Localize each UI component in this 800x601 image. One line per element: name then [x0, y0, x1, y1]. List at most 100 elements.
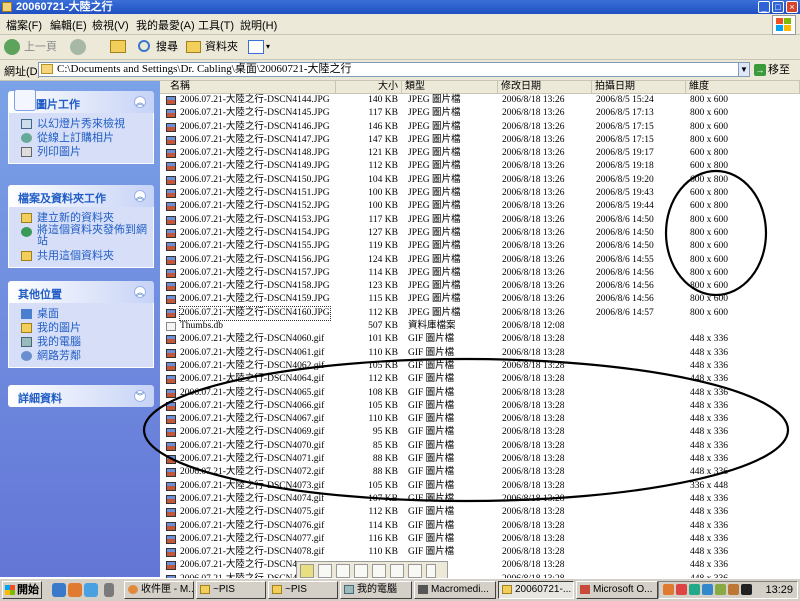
task-macromedia[interactable]: Macromedi...: [414, 581, 496, 599]
tray-icon[interactable]: [715, 584, 726, 595]
file-row[interactable]: 2006.07.21-大陸之行-DSCN4154.JPG 127 KB JPEG 圖…: [160, 227, 800, 240]
file-row[interactable]: 2006.07.21-大陸之行-DSCN4062.gif 105 KB GIF 圖片…: [160, 360, 800, 373]
help-icon[interactable]: [408, 564, 422, 578]
task-microsoft-office[interactable]: Microsoft O...: [576, 581, 658, 599]
tray-icon[interactable]: [741, 584, 752, 595]
quicklaunch-chevron-icon[interactable]: [104, 583, 114, 597]
maximize-button[interactable]: □: [772, 1, 784, 13]
desktop-link[interactable]: 桌面: [9, 307, 153, 321]
firefox-quicklaunch-icon[interactable]: [68, 583, 82, 597]
file-row[interactable]: 2006.07.21-大陸之行-DSCN4148.JPG 121 KB JPEG 圖…: [160, 147, 800, 160]
task-inbox[interactable]: 收件匣 - M...: [124, 581, 194, 599]
file-row[interactable]: 2006.07.21-大陸之行-DSCN4073.gif 105 KB GIF 圖片…: [160, 480, 800, 493]
task-explorer-active[interactable]: 20060721-...: [498, 581, 574, 599]
other-places-header[interactable]: 其他位置 ︽: [8, 281, 154, 303]
file-row[interactable]: 2006.07.21-大陸之行-DSCN4064.gif 112 KB GIF 圖片…: [160, 373, 800, 386]
minimize-button[interactable]: _: [758, 1, 770, 13]
close-button[interactable]: ×: [786, 1, 798, 13]
search-button[interactable]: 搜尋: [138, 37, 180, 57]
file-row[interactable]: 2006.07.21-大陸之行-DSCN4078.gif 110 KB GIF 圖片…: [160, 546, 800, 559]
my-pictures-link[interactable]: 我的圖片: [9, 321, 153, 335]
folders-button[interactable]: 資料夾: [186, 37, 240, 57]
task-my-computer[interactable]: 我的電腦: [340, 581, 412, 599]
tools-icon[interactable]: [354, 564, 368, 578]
order-prints-link[interactable]: 從線上訂購相片: [9, 131, 153, 145]
task-pis-2[interactable]: ~PIS: [268, 581, 338, 599]
start-button[interactable]: 開始: [2, 581, 42, 599]
network-link[interactable]: 網路芳鄰: [9, 349, 153, 363]
menu-tools[interactable]: 工具(T): [198, 17, 234, 33]
file-row[interactable]: 2006.07.21-大陸之行-DSCN4065.gif 108 KB GIF 圖片…: [160, 387, 800, 400]
share-folder-link[interactable]: 共用這個資料夾: [9, 249, 153, 263]
slideshow-link[interactable]: 以幻燈片秀來檢視: [9, 117, 153, 131]
tray-icon[interactable]: [728, 584, 739, 595]
go-button[interactable]: → 移至: [754, 62, 790, 78]
collapse-icon[interactable]: ︽: [134, 286, 146, 298]
menu-view[interactable]: 檢視(V): [92, 17, 129, 33]
print-pictures-link[interactable]: 列印圖片: [9, 145, 153, 159]
file-row[interactable]: 2006.07.21-大陸之行-DSCN4144.JPG 140 KB JPEG 圖…: [160, 94, 800, 107]
file-row[interactable]: 2006.07.21-大陸之行-DSCN4149.JPG 112 KB JPEG 圖…: [160, 160, 800, 173]
forward-button[interactable]: [70, 37, 96, 57]
menu-edit[interactable]: 編輯(E): [50, 17, 87, 33]
file-row[interactable]: 2006.07.21-大陸之行-DSCN4070.gif 85 KB GIF 圖片檔…: [160, 440, 800, 453]
file-row[interactable]: 2006.07.21-大陸之行-DSCN4074.gif 107 KB GIF 圖片…: [160, 493, 800, 506]
file-row[interactable]: 2006.07.21-大陸之行-DSCN4152.JPG 100 KB JPEG 圖…: [160, 200, 800, 213]
file-row[interactable]: 2006.07.21-大陸之行-DSCN4147.JPG 147 KB JPEG 圖…: [160, 134, 800, 147]
menu-favorites[interactable]: 我的最愛(A): [136, 17, 195, 33]
ie-quicklaunch-icon[interactable]: [52, 583, 66, 597]
file-row[interactable]: 2006.07.21-大陸之行-DSCN4159.JPG 115 KB JPEG 圖…: [160, 293, 800, 306]
column-type[interactable]: 類型: [402, 81, 498, 93]
column-dimensions[interactable]: 維度: [686, 81, 800, 93]
tray-icon[interactable]: [689, 584, 700, 595]
address-input[interactable]: C:\Documents and Settings\Dr. Cabling\桌面…: [38, 62, 748, 77]
file-row[interactable]: 2006.07.21-大陸之行-DSCN4146.JPG 146 KB JPEG 圖…: [160, 121, 800, 134]
file-row[interactable]: 2006.07.21-大陸之行-DSCN4061.gif 110 KB GIF 圖片…: [160, 347, 800, 360]
desktop-quicklaunch-icon[interactable]: [84, 583, 98, 597]
column-name[interactable]: 名稱: [160, 81, 336, 93]
collapse-icon[interactable]: ︽: [134, 190, 146, 202]
ime-icon[interactable]: [300, 564, 314, 578]
list-icon[interactable]: [390, 564, 404, 578]
menu-file[interactable]: 檔案(F): [6, 17, 42, 33]
file-row[interactable]: 2006.07.21-大陸之行-DSCN4075.gif 112 KB GIF 圖片…: [160, 506, 800, 519]
publish-web-link[interactable]: 將這個資料夾發佈到網站: [9, 225, 153, 249]
task-pis-1[interactable]: ~PIS: [196, 581, 266, 599]
file-row[interactable]: 2006.07.21-大陸之行-DSCN4155.JPG 119 KB JPEG 圖…: [160, 240, 800, 253]
details-header[interactable]: 詳細資料 ︾: [8, 385, 154, 407]
address-dropdown-button[interactable]: ▼: [738, 62, 750, 77]
file-row[interactable]: 2006.07.21-大陸之行-DSCN4069.gif 95 KB GIF 圖片檔…: [160, 426, 800, 439]
file-row[interactable]: 2006.07.21-大陸之行-DSCN4077.gif 116 KB GIF 圖片…: [160, 533, 800, 546]
file-row[interactable]: Thumbs.db 507 KB 資料庫檔案 2006/8/18 12:08: [160, 320, 800, 333]
tray-icon[interactable]: [663, 584, 674, 595]
options-icon[interactable]: [426, 564, 436, 578]
file-tasks-header[interactable]: 檔案及資料夾工作 ︽: [8, 185, 154, 207]
column-date-taken[interactable]: 拍攝日期: [592, 81, 686, 93]
file-row[interactable]: 2006.07.21-大陸之行-DSCN4153.JPG 117 KB JPEG 圖…: [160, 214, 800, 227]
column-modified[interactable]: 修改日期: [498, 81, 592, 93]
views-button[interactable]: ▾: [248, 37, 274, 57]
file-row[interactable]: 2006.07.21-大陸之行-DSCN4157.JPG 114 KB JPEG 圖…: [160, 267, 800, 280]
keyboard-icon[interactable]: [318, 564, 332, 578]
up-folder-button[interactable]: [108, 37, 130, 57]
tray-icon[interactable]: [702, 584, 713, 595]
file-row[interactable]: 2006.07.21-大陸之行-DSCN4160.JPG 112 KB JPEG 圖…: [160, 305, 800, 321]
new-folder-link[interactable]: 建立新的資料夾: [9, 211, 153, 225]
menu-help[interactable]: 說明(H): [240, 17, 277, 33]
grid-icon[interactable]: [372, 564, 386, 578]
expand-icon[interactable]: ︾: [134, 390, 146, 402]
file-row[interactable]: 2006.07.21-大陸之行-DSCN4150.JPG 104 KB JPEG 圖…: [160, 174, 800, 187]
file-row[interactable]: 2006.07.21-大陸之行-DSCN4158.JPG 123 KB JPEG 圖…: [160, 280, 800, 293]
collapse-icon[interactable]: ︽: [134, 96, 146, 108]
file-row[interactable]: 2006.07.21-大陸之行-DSCN4 2006/8/18 13:28 448 …: [160, 559, 800, 572]
picture-tasks-header[interactable]: 圖片工作 ︽: [8, 89, 154, 113]
column-size[interactable]: 大小: [336, 81, 402, 93]
tray-icon[interactable]: [676, 584, 687, 595]
file-row[interactable]: 2006.07.21-大陸之行-DSCN4072.gif 88 KB GIF 圖片檔…: [160, 466, 800, 479]
my-computer-link[interactable]: 我的電腦: [9, 335, 153, 349]
file-row[interactable]: 2006.07.21-大陸之行-DSCN4156.JPG 124 KB JPEG 圖…: [160, 254, 800, 267]
back-button[interactable]: 上一頁: [4, 37, 66, 57]
file-row[interactable]: 2006.07.21-大陸之行-DSCN4066.gif 105 KB GIF 圖片…: [160, 400, 800, 413]
file-row[interactable]: 2006.07.21-大陸之行-DSCN4145.JPG 117 KB JPEG 圖…: [160, 107, 800, 120]
file-row[interactable]: 2006.07.21-大陸之行-DSCN4071.gif 88 KB GIF 圖片檔…: [160, 453, 800, 466]
